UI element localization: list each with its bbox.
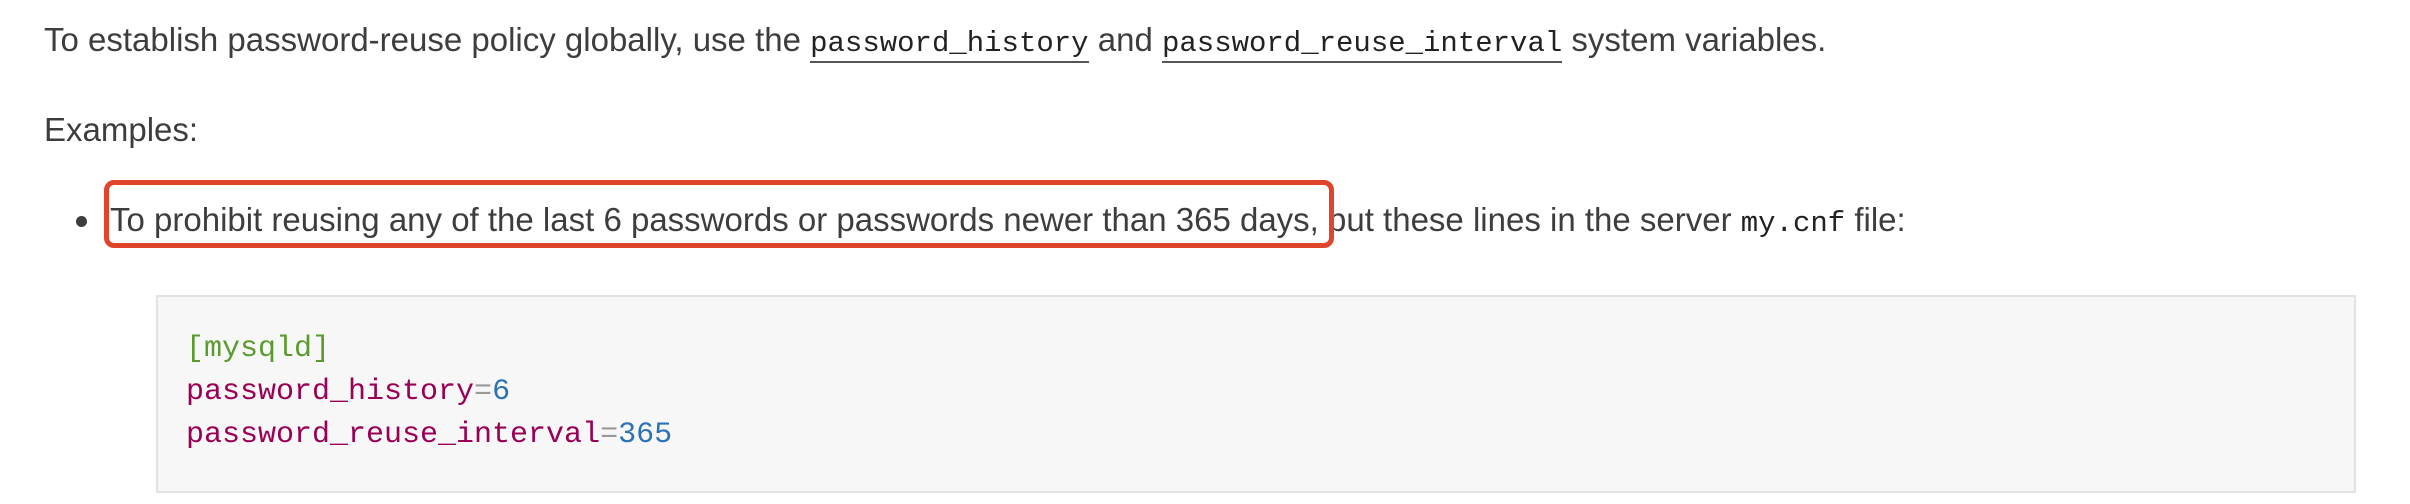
code-section: [mysqld]: [186, 332, 331, 366]
intro-mid: and: [1088, 21, 1162, 58]
password-history-link[interactable]: password_history: [810, 27, 1089, 63]
code-line-password-reuse-interval: password_reuse_interval=365: [186, 415, 672, 455]
intro-suffix: system variables.: [1562, 21, 1827, 58]
code-equals: =: [474, 375, 493, 409]
bullet-icon: [76, 216, 87, 227]
intro-paragraph: To establish password-reuse policy globa…: [44, 20, 1826, 64]
code-line-password-history: password_history=6: [186, 372, 510, 412]
examples-label: Examples:: [44, 111, 199, 148]
code-value: 6: [492, 375, 511, 409]
highlight-annotation-box: [104, 180, 1334, 248]
code-key: password_reuse_interval: [186, 418, 601, 452]
code-key: password_history: [186, 375, 475, 409]
config-file-name: my.cnf: [1740, 207, 1846, 240]
bullet-rest: put these lines in the server: [1318, 201, 1741, 238]
bullet-end: file:: [1845, 201, 1906, 238]
code-value: 365: [618, 418, 673, 452]
code-block: [mysqld] password_history=6 password_reu…: [156, 295, 2356, 493]
code-line-section: [mysqld]: [186, 329, 330, 369]
code-equals: =: [600, 418, 619, 452]
password-reuse-interval-link[interactable]: password_reuse_interval: [1161, 27, 1563, 63]
intro-prefix: To establish password-reuse policy globa…: [44, 21, 811, 58]
